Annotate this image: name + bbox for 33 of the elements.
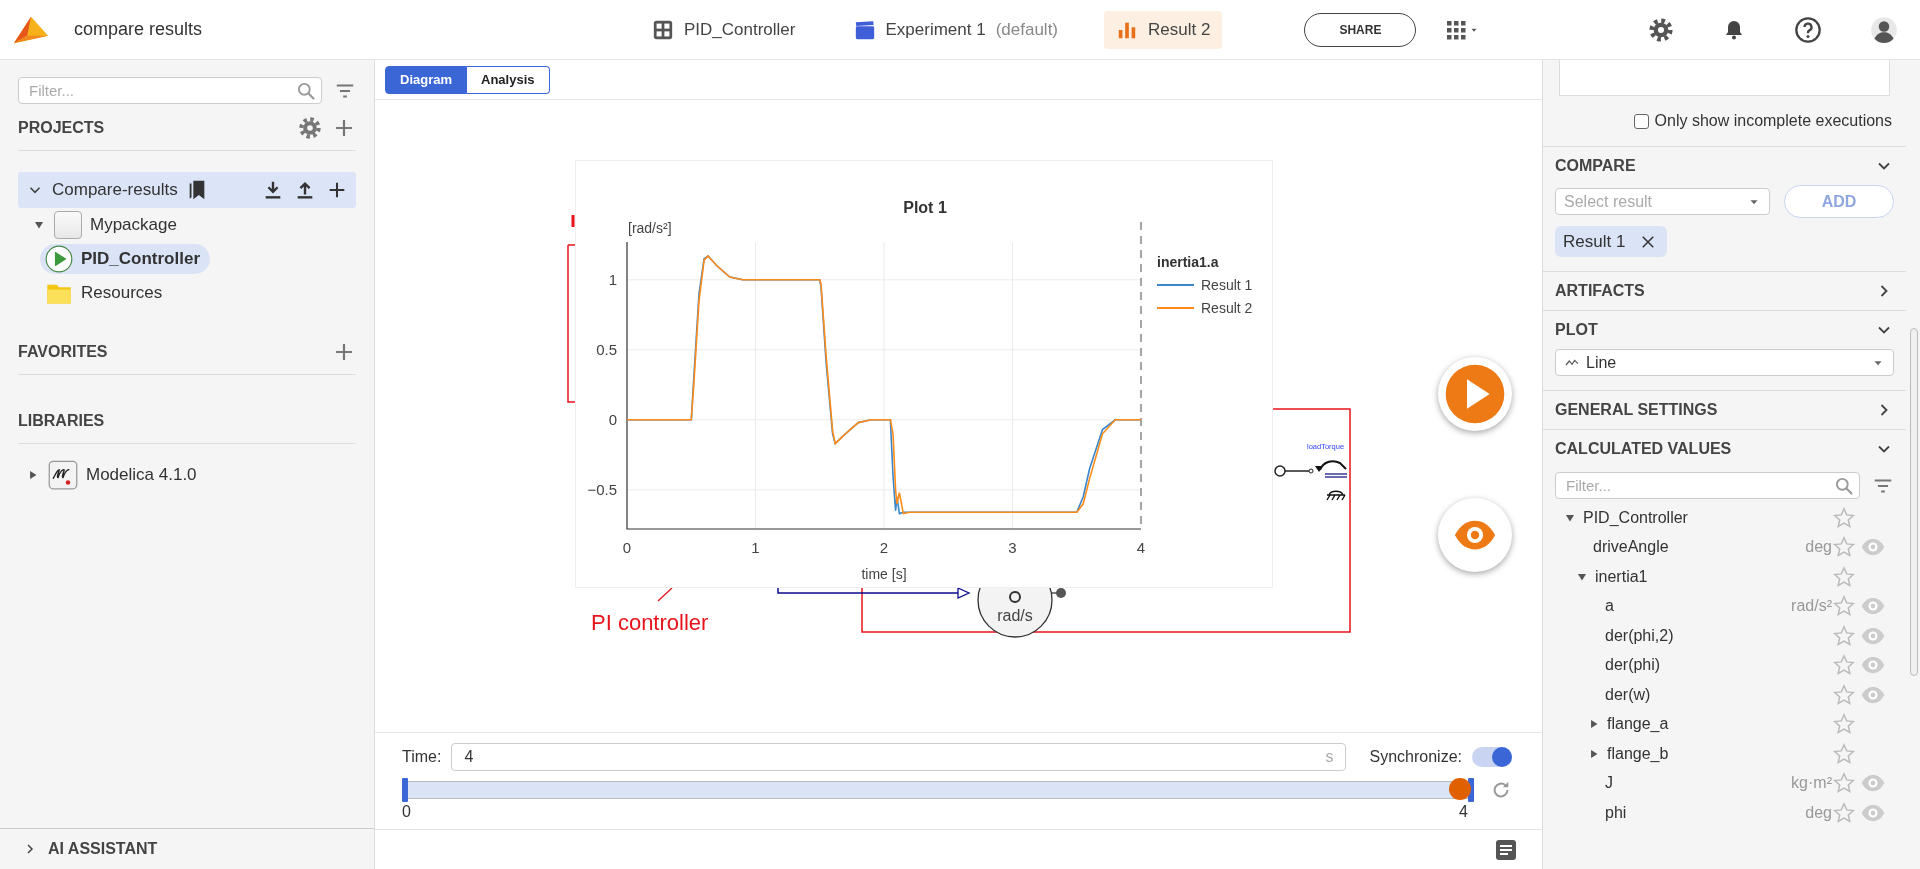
- field-label: Time:: [402, 748, 442, 766]
- tick-label: 0: [608, 410, 617, 428]
- range-label: 0: [402, 803, 411, 821]
- diagram-annotation: PI controller: [591, 610, 709, 635]
- unit-label: deg: [1805, 538, 1832, 557]
- unit-label: rad/s: [997, 607, 1033, 624]
- project-name: Compare-results: [52, 180, 178, 200]
- toggle-label: Synchronize:: [1369, 748, 1462, 766]
- checkbox-label: Only show incomplete executions: [1654, 112, 1892, 130]
- tick-label: 1: [608, 270, 617, 288]
- tick-label: 0.5: [596, 340, 617, 358]
- section-title: PROJECTS: [18, 119, 106, 137]
- tick-label: 3: [1008, 539, 1017, 556]
- section-title: FAVORITES: [18, 343, 109, 361]
- axis-label: [rad/s²]: [628, 220, 672, 236]
- legend-label: Result 1: [1201, 277, 1253, 293]
- tick-label: 0: [622, 539, 632, 556]
- unit-label: deg: [1805, 803, 1832, 822]
- tick-label: 1: [751, 539, 760, 556]
- chart-title: Plot 1: [903, 199, 947, 216]
- unit-label: kg·m²: [1791, 774, 1832, 793]
- project-title: compare results: [74, 19, 203, 40]
- legend-label: Result 2: [1201, 300, 1253, 316]
- tick-label: −0.5: [587, 480, 617, 498]
- unit-label: s: [1325, 748, 1334, 766]
- unit-label: rad/s²: [1791, 597, 1832, 616]
- tick-label: 4: [1136, 539, 1146, 556]
- tree-item: Mypackage: [90, 215, 177, 235]
- range-label: 4: [1459, 803, 1468, 821]
- section-title: LIBRARIES: [18, 412, 106, 430]
- axis-label: time [s]: [861, 566, 907, 582]
- legend-title: inertia1.a: [1157, 254, 1219, 270]
- tick-label: 2: [879, 539, 889, 556]
